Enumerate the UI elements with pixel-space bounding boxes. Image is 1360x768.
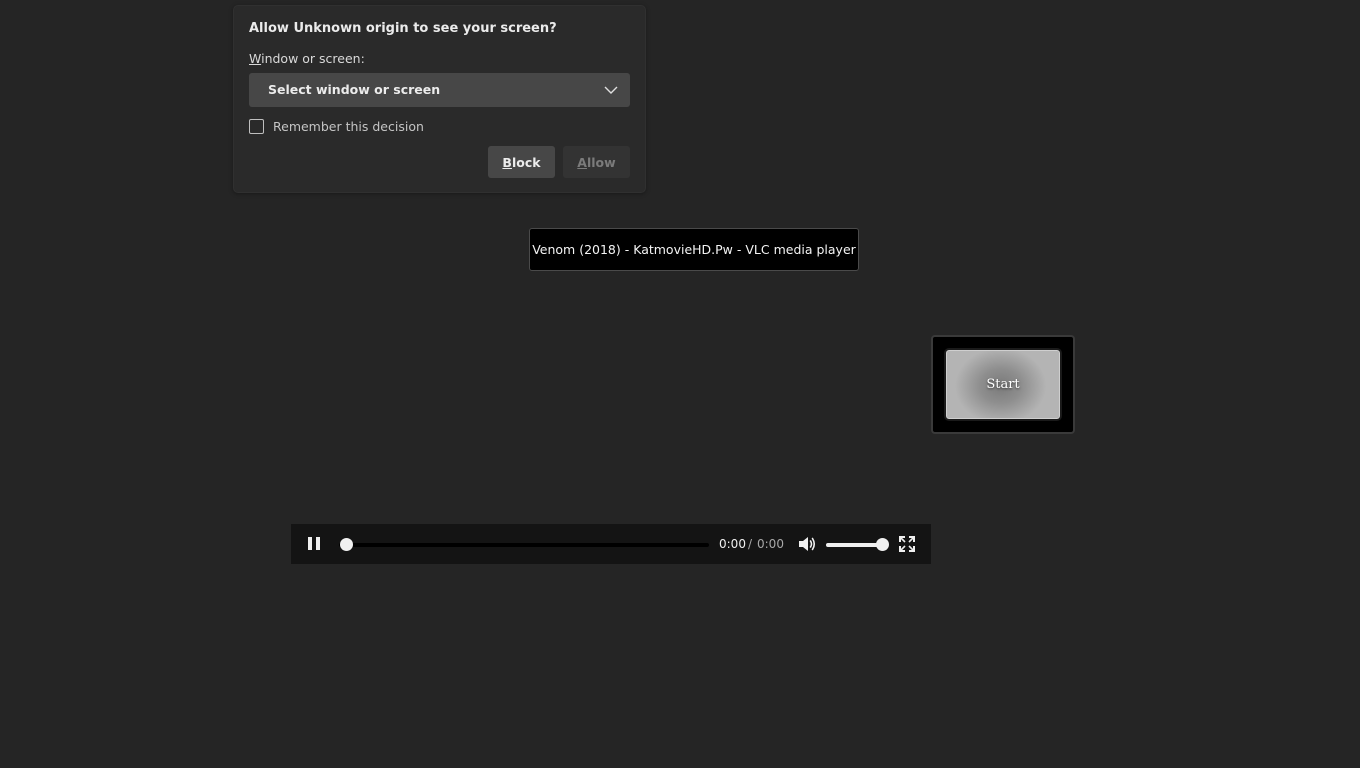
speaker-icon[interactable] [797, 535, 817, 553]
pause-bar-right [316, 537, 320, 550]
pause-icon[interactable] [305, 536, 323, 552]
media-controls-bar: 0:00 / 0:00 [291, 524, 931, 564]
tooltip-text: Venom (2018) - KatmovieHD.Pw - VLC media… [532, 242, 856, 257]
allow-accesskey: A [577, 154, 587, 170]
chevron-down-icon [604, 86, 618, 94]
fullscreen-icon[interactable] [899, 536, 915, 552]
select-value: Select window or screen [268, 82, 441, 97]
pause-bar-left [308, 537, 312, 550]
current-time: 0:00 [719, 537, 746, 551]
start-button-frame: Start [931, 335, 1075, 434]
window-or-screen-select[interactable]: Select window or screen [249, 73, 630, 107]
window-or-screen-label: Window or screen: [249, 51, 365, 66]
permission-title: Allow Unknown origin to see your screen? [249, 21, 557, 36]
time-separator: / [748, 537, 753, 551]
remember-decision-label[interactable]: Remember this decision [273, 119, 424, 134]
screen-share-permission-panel: Allow Unknown origin to see your screen?… [233, 5, 646, 193]
volume-thumb[interactable] [876, 538, 889, 551]
block-button[interactable]: Block [488, 146, 555, 178]
block-accesskey: B [502, 154, 512, 170]
window-label-accesskey: W [249, 51, 262, 66]
block-label-rest: lock [511, 154, 541, 170]
seek-bar[interactable] [339, 543, 709, 547]
window-title-tooltip: Venom (2018) - KatmovieHD.Pw - VLC media… [529, 228, 859, 271]
allow-label-rest: llow [586, 154, 616, 170]
duration: 0:00 [757, 537, 784, 551]
page: Allow Unknown origin to see your screen?… [0, 0, 1360, 768]
remember-decision-checkbox[interactable] [249, 119, 264, 134]
window-label-text: indow or screen: [261, 51, 365, 66]
seek-thumb[interactable] [340, 538, 353, 551]
start-button[interactable]: Start [944, 348, 1062, 421]
allow-button[interactable]: Allow [563, 146, 630, 178]
volume-slider[interactable] [826, 543, 882, 547]
